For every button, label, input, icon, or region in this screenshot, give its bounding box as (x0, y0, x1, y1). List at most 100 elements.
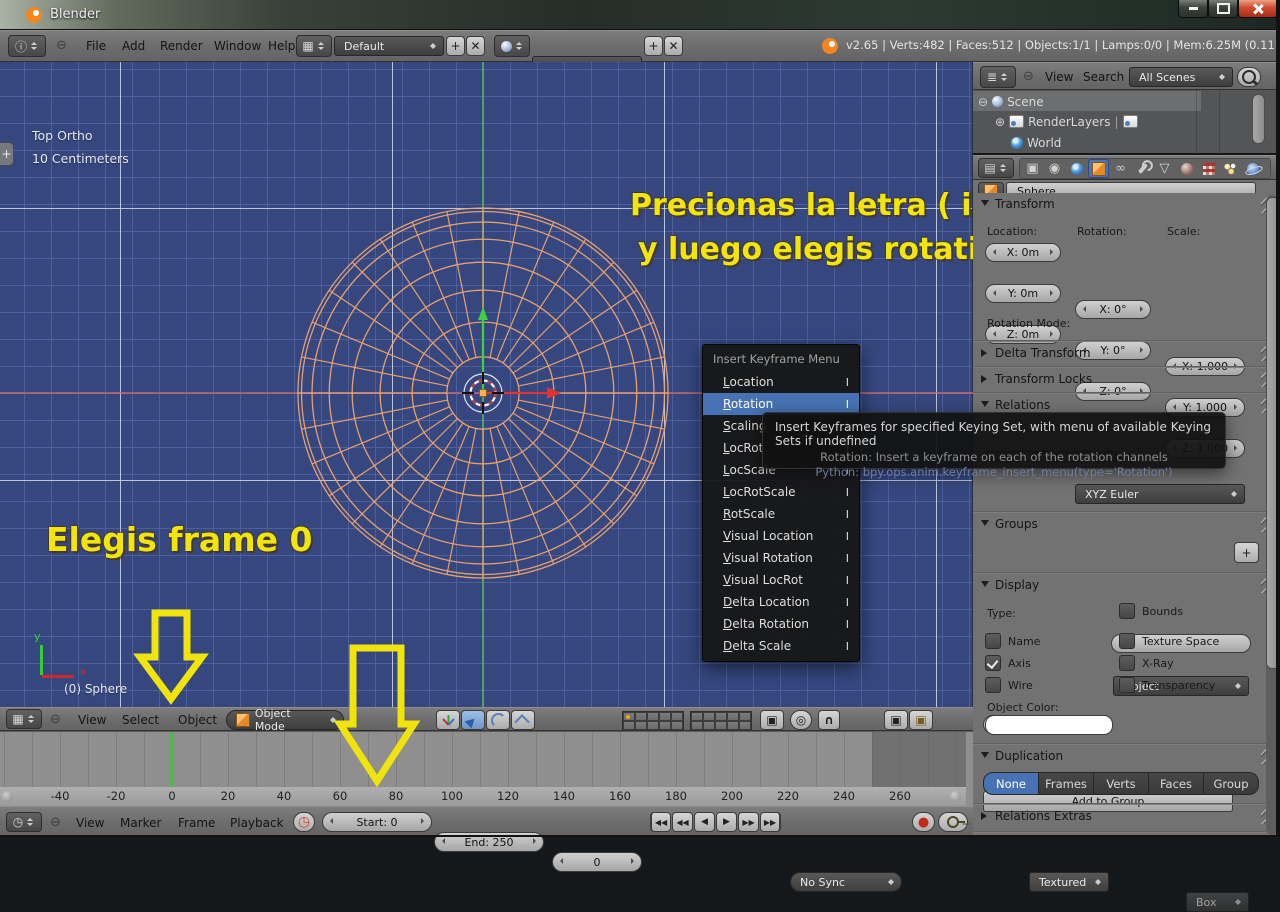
outliner-menu-view[interactable]: View (1045, 65, 1073, 89)
start-frame-field[interactable]: Start: 0 (322, 812, 432, 832)
scrollbar-cap-right[interactable] (950, 791, 961, 802)
wire-checkbox-row[interactable]: Wire (985, 677, 1033, 693)
window-title-bar[interactable]: Blender (0, 0, 1280, 30)
maximize-button[interactable] (1208, 0, 1238, 18)
viewport-menu-select[interactable]: Select (122, 708, 159, 732)
collapse-menus-icon[interactable]: ⊖ (50, 708, 61, 732)
relations-panel-header[interactable]: Relations (981, 398, 1050, 412)
keying-set-button[interactable] (938, 812, 968, 832)
delete-layout-button[interactable]: ✕ (466, 36, 485, 56)
layers-grid-2[interactable] (690, 711, 752, 731)
scale-manipulator-button[interactable] (511, 710, 535, 730)
play-reverse-button[interactable]: ◀ (694, 812, 715, 832)
add-scene-button[interactable]: + (644, 36, 663, 56)
timeline-editor-selector[interactable]: ◷ (6, 812, 42, 832)
delta-transform-panel-header[interactable]: Delta Transform (981, 346, 1091, 360)
scrollbar-cap-left[interactable] (2, 791, 13, 802)
rotate-manipulator-button[interactable] (486, 710, 510, 730)
groups-panel-header[interactable]: Groups (981, 517, 1038, 531)
duplication-group-button[interactable]: Group (1204, 772, 1259, 795)
physics-tab[interactable] (1242, 159, 1263, 178)
outliner-row-world[interactable]: World (1011, 132, 1061, 153)
lock-to-scene-button[interactable]: ▣ (760, 710, 784, 730)
mode-dropdown[interactable]: Object Mode (226, 710, 344, 730)
constraints-tab[interactable]: ∞ (1110, 159, 1131, 178)
menu-item-rotscale[interactable]: RotScaleI (703, 503, 859, 525)
menu-item-locrotscale[interactable]: LocRotScaleI (703, 481, 859, 503)
timeline-ruler[interactable]: -40 -20 0 20 40 60 80 100 120 140 160 18… (0, 787, 966, 807)
transparency-checkbox[interactable] (1119, 677, 1135, 693)
duplication-frames-button[interactable]: Frames (1039, 772, 1094, 795)
search-button[interactable] (1237, 67, 1261, 87)
delete-scene-button[interactable]: ✕ (664, 36, 683, 56)
jump-to-end-button[interactable]: ▶▶ (760, 812, 781, 832)
world-tab[interactable] (1066, 159, 1087, 178)
menu-item-delta-scale[interactable]: Delta ScaleI (703, 635, 859, 657)
outliner-scrollbar[interactable] (1252, 94, 1265, 144)
menu-item-delta-location[interactable]: Delta LocationI (703, 591, 859, 613)
proportional-edit-button[interactable]: ◎ (790, 710, 812, 730)
snap-toggle-button[interactable]: ∩ (818, 710, 840, 730)
texture-space-checkbox[interactable] (1119, 633, 1135, 649)
next-keyframe-button[interactable]: ▶▶ (738, 812, 759, 832)
scene-tab[interactable]: ◉ (1044, 159, 1065, 178)
material-tab[interactable] (1176, 159, 1197, 178)
outliner-menu-search[interactable]: Search (1083, 65, 1124, 89)
sync-dropdown[interactable]: No Sync (790, 872, 902, 892)
rotation-x-field[interactable]: X: 0° (1075, 300, 1151, 319)
texture-space-checkbox-row[interactable]: Texture Space (1119, 633, 1219, 649)
render-opengl-button[interactable]: ▣ (884, 710, 908, 730)
object-name-field[interactable]: Sphere (1006, 182, 1256, 193)
viewport-menu-object[interactable]: Object (178, 708, 217, 732)
viewport-menu-view[interactable]: View (78, 708, 106, 732)
screen-layout-selector[interactable]: ▦ (296, 35, 332, 57)
properties-editor-selector[interactable]: ▤ (978, 158, 1014, 178)
editor-type-selector[interactable]: ⓘ (8, 35, 46, 57)
axis-checkbox[interactable] (985, 655, 1001, 671)
xray-checkbox[interactable] (1119, 655, 1135, 671)
screen-layout-name-field[interactable]: Default (334, 36, 444, 56)
relations-extras-panel-header[interactable]: Relations Extras (981, 809, 1092, 823)
collapse-menus-icon[interactable]: ⊖ (50, 811, 61, 835)
axis-checkbox-row[interactable]: Axis (985, 655, 1031, 671)
toolshelf-expand-tab[interactable]: + (0, 142, 14, 166)
name-checkbox-row[interactable]: Name (985, 633, 1040, 649)
menu-item-delta-rotation[interactable]: Delta RotationI (703, 613, 859, 635)
display-filter-dropdown[interactable]: All Scenes (1129, 67, 1233, 87)
display-type-dropdown[interactable]: Textured (1029, 872, 1109, 892)
menu-add[interactable]: Add (122, 34, 145, 58)
bounds-type-dropdown[interactable]: Box (1186, 892, 1249, 912)
translate-manipulator-button[interactable] (461, 710, 485, 730)
add-layout-button[interactable]: + (446, 36, 465, 56)
menu-render[interactable]: Render (160, 34, 203, 58)
transparency-checkbox-row[interactable]: Transparency (1119, 677, 1215, 693)
transform-locks-panel-header[interactable]: Transform Locks (981, 372, 1092, 386)
location-x-field[interactable]: X: 0m (985, 243, 1061, 262)
menu-item-location[interactable]: LocationI (703, 371, 859, 393)
collapse-icon[interactable]: ⊖ (978, 95, 988, 109)
timeline-menu-marker[interactable]: Marker (120, 811, 161, 835)
name-checkbox[interactable] (985, 633, 1001, 649)
location-y-field[interactable]: Y: 0m (985, 284, 1061, 303)
object-browse-button[interactable] (978, 182, 1004, 193)
timeline-menu-view[interactable]: View (76, 811, 104, 835)
outliner-editor-selector[interactable]: ≣ (980, 66, 1016, 88)
collapse-menus-icon[interactable]: ⊖ (56, 34, 67, 58)
bounds-checkbox-row[interactable]: Bounds (1119, 603, 1183, 619)
render-opengl-anim-button[interactable]: ▣ (909, 710, 933, 730)
display-panel-header[interactable]: Display (981, 578, 1039, 592)
duplication-faces-button[interactable]: Faces (1149, 772, 1204, 795)
minimize-button[interactable] (1178, 0, 1208, 18)
render-tab[interactable]: ▣ (1022, 159, 1043, 178)
texture-tab[interactable] (1198, 159, 1219, 178)
viewport-editor-selector[interactable]: ▦ (6, 709, 42, 729)
object-data-tab[interactable]: ▽ (1154, 159, 1175, 178)
menu-window[interactable]: Window (214, 34, 261, 58)
transform-panel-header[interactable]: Transform (981, 197, 1055, 211)
duplication-verts-button[interactable]: Verts (1094, 772, 1149, 795)
duplication-panel-header[interactable]: Duplication (981, 749, 1063, 763)
particles-tab[interactable] (1220, 159, 1241, 178)
rotation-mode-dropdown[interactable]: XYZ Euler (1075, 484, 1245, 504)
object-tab[interactable] (1088, 159, 1109, 178)
close-button[interactable] (1238, 0, 1278, 18)
